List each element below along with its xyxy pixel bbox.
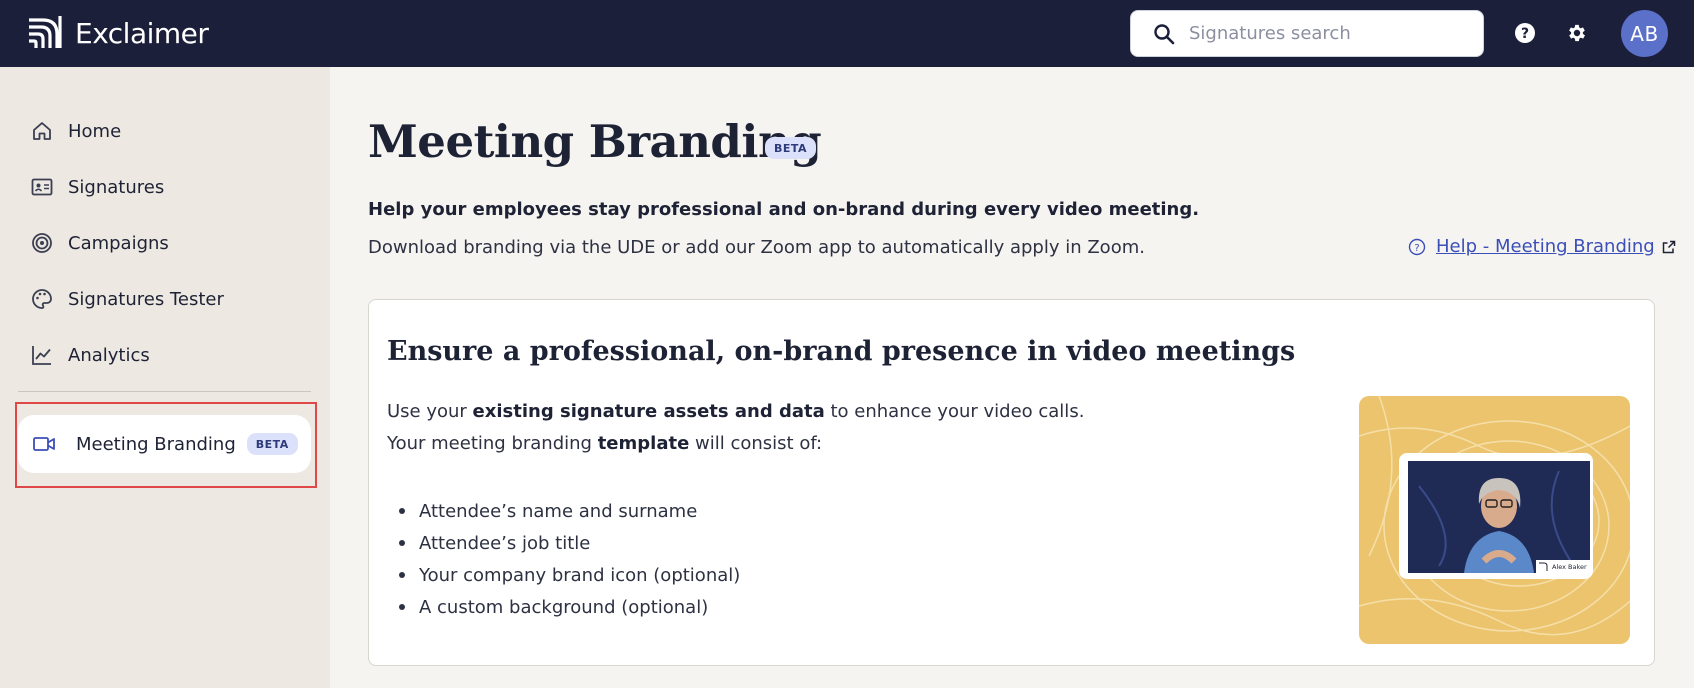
card-text: Your meeting branding: [387, 433, 598, 454]
line-chart-icon: [32, 346, 51, 365]
main-content: Meeting Branding BETA Help your employee…: [330, 67, 1694, 688]
meeting-branding-preview-image: Alex Baker: [1359, 396, 1630, 644]
card-title: Ensure a professional, on-brand presence…: [387, 336, 1296, 367]
sidebar-item-home[interactable]: Home: [30, 111, 121, 151]
page-description: Download branding via the UDE or add our…: [368, 237, 1145, 258]
help-link-text[interactable]: Help - Meeting Branding: [1436, 236, 1655, 257]
top-bar: Exclaimer ? AB: [0, 0, 1694, 67]
home-icon: [33, 122, 51, 140]
card-text: will consist of:: [689, 433, 823, 454]
list-item: Attendee’s name and surname: [387, 495, 740, 527]
title-beta-badge: BETA: [765, 137, 817, 159]
card-text: Use your: [387, 401, 473, 422]
palette-icon: [32, 289, 52, 309]
id-card-icon: [31, 178, 53, 196]
card-bold-text: template: [597, 433, 690, 454]
exclaimer-logo[interactable]: Exclaimer: [27, 14, 209, 52]
search-input[interactable]: [1189, 23, 1459, 44]
video-camera-icon: [33, 437, 55, 451]
card-bold-text: existing signature assets and data: [472, 401, 825, 422]
sidebar-item-signatures[interactable]: Signatures: [30, 167, 164, 207]
page-title: Meeting Branding: [368, 115, 822, 168]
page-subtitle: Help your employees stay professional an…: [368, 199, 1200, 220]
list-item: A custom background (optional): [387, 591, 740, 623]
help-circle-icon: ?: [1408, 238, 1426, 255]
sidebar-item-meeting-branding[interactable]: Meeting Branding BETA: [18, 415, 311, 473]
target-icon: [32, 233, 52, 253]
signatures-search-box[interactable]: [1130, 10, 1484, 57]
search-icon: [1154, 23, 1175, 44]
card-text: to enhance your video calls.: [824, 401, 1085, 422]
sidebar-item-label: Home: [68, 120, 122, 142]
card-line-2: Your meeting branding template will cons…: [387, 433, 822, 454]
beta-badge: BETA: [246, 433, 298, 455]
sidebar-item-signatures-tester[interactable]: Signatures Tester: [30, 279, 224, 319]
sidebar-item-label: Meeting Branding: [76, 433, 236, 455]
info-card: Ensure a professional, on-brand presence…: [368, 299, 1655, 666]
sidebar-item-label: Analytics: [68, 344, 150, 366]
template-features-list: Attendee’s name and surname Attendee’s j…: [387, 495, 740, 623]
external-link-icon: [1662, 240, 1675, 253]
sidebar-divider: [18, 391, 311, 392]
svg-text:?: ?: [1521, 26, 1529, 42]
settings-icon[interactable]: [1566, 22, 1588, 44]
help-meeting-branding-link[interactable]: ? Help - Meeting Branding: [1408, 236, 1677, 257]
card-line-1: Use your existing signature assets and d…: [387, 401, 1084, 422]
sidebar-item-label: Signatures Tester: [68, 288, 224, 310]
user-avatar[interactable]: AB: [1621, 10, 1668, 57]
preview-name-tag: Alex Baker: [1552, 563, 1587, 571]
help-icon[interactable]: ?: [1514, 22, 1536, 44]
svg-text:?: ?: [1414, 242, 1419, 253]
sidebar-item-label: Signatures: [68, 176, 165, 198]
sidebar-item-campaigns[interactable]: Campaigns: [30, 223, 169, 263]
sidebar-item-label: Campaigns: [68, 232, 169, 254]
list-item: Attendee’s job title: [387, 527, 740, 559]
sidebar: Home Signatures Campaigns Signatures Tes…: [0, 67, 330, 688]
brand-name: Exclaimer: [75, 16, 209, 50]
sidebar-item-analytics[interactable]: Analytics: [30, 335, 150, 375]
list-item: Your company brand icon (optional): [387, 559, 740, 591]
exclaimer-logo-icon: [29, 16, 62, 48]
